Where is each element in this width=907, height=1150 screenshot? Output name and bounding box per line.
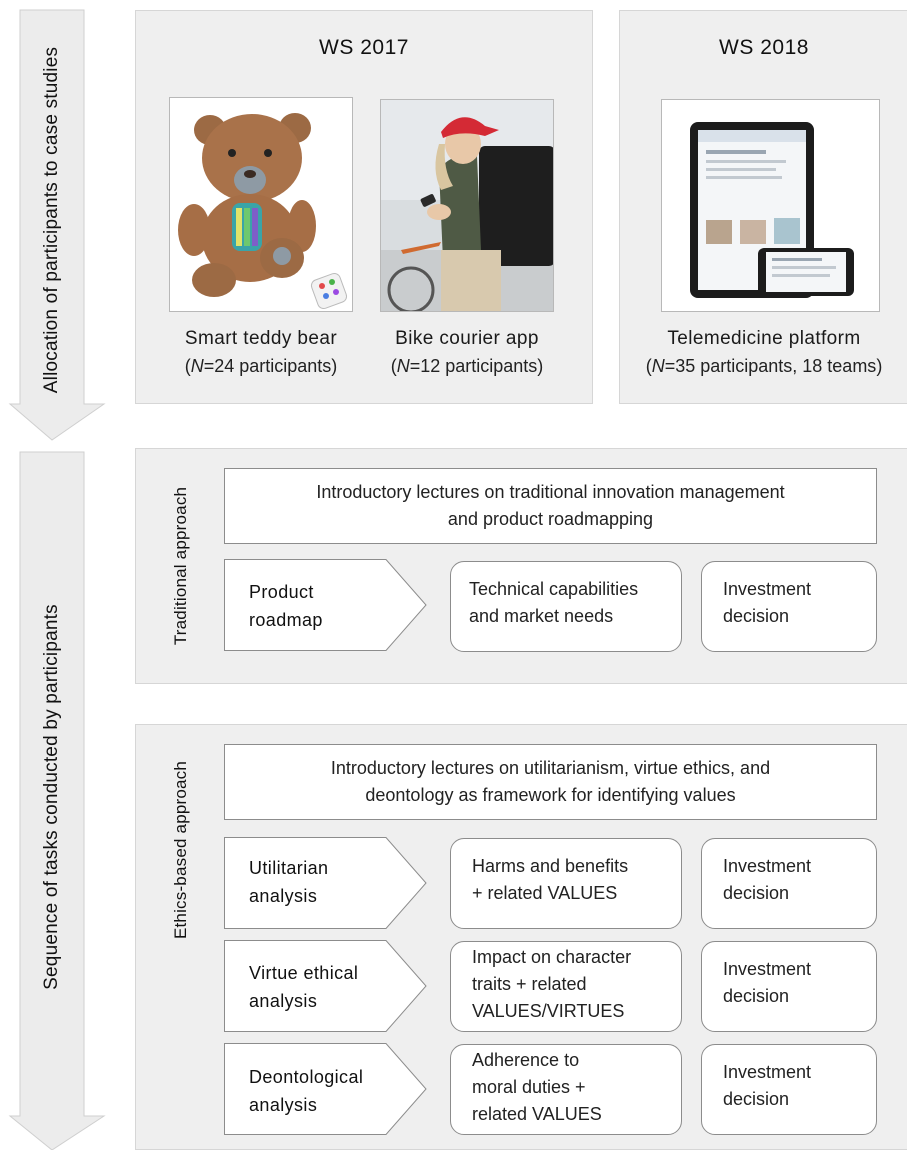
adherence-duties-line-1: Adherence to — [472, 1050, 580, 1070]
deontological-investment-line-1: Investment — [723, 1062, 812, 1082]
traditional-investment-line-1: Investment — [723, 579, 812, 599]
traditional-investment-line-2: decision — [723, 606, 790, 626]
traditional-side-label: Traditional approach — [171, 486, 190, 646]
utilitarian-investment-line-2: decision — [723, 883, 790, 903]
allocation-label: Allocation of participants to case studi… — [41, 46, 62, 394]
deontological-investment-box: Investment decision — [701, 1044, 877, 1135]
telemedicine-image — [661, 99, 880, 312]
traditional-investment-box: Investment decision — [701, 561, 877, 652]
n-italic: N — [651, 356, 665, 376]
ws2017-title: WS 2017 — [319, 36, 409, 59]
deontological-label-line-2: analysis — [249, 1095, 318, 1115]
ethics-lecture-line-2: deontology as framework for identifying … — [365, 785, 736, 805]
harms-benefits-line-1: Harms and benefits — [472, 856, 629, 876]
technical-capabilities-line-1: Technical capabilities — [469, 579, 639, 599]
deontological-label-line-1: Deontological — [249, 1067, 364, 1087]
adherence-duties-line-2: moral duties + — [472, 1077, 586, 1097]
traditional-lecture-line-2: and product roadmapping — [447, 509, 654, 529]
n-italic: N — [190, 356, 204, 376]
adherence-duties-box: Adherence to moral duties + related VALUES — [450, 1044, 682, 1135]
utilitarian-investment-line-1: Investment — [723, 856, 812, 876]
ethics-lecture-box: Introductory lectures on utilitarianism,… — [224, 744, 877, 820]
product-roadmap-label: Product roadmap — [249, 578, 323, 634]
bike-courier-n-value: =12 participants — [409, 356, 538, 376]
virtue-ethical-label-line-1: Virtue ethical — [249, 963, 359, 983]
impact-character-line-2: traits + related — [472, 974, 587, 994]
harms-benefits-line-2: + related VALUES — [472, 883, 618, 903]
teddy-bear-image — [169, 97, 353, 312]
sequence-label: Sequence of tasks conducted by participa… — [41, 604, 62, 990]
ethics-lecture-line-1: Introductory lectures on utilitarianism,… — [330, 758, 771, 778]
teddy-bear-n-value: =24 participants — [203, 356, 332, 376]
teddy-bear-n: (N=24 participants) — [184, 356, 338, 376]
utilitarian-label-line-1: Utilitarian — [249, 858, 329, 878]
virtue-ethical-label: Virtue ethical analysis — [249, 959, 358, 1015]
telemedicine-n: (N=35 participants, 18 teams) — [645, 356, 883, 376]
bike-courier-image — [380, 99, 554, 312]
deontological-label: Deontological analysis — [249, 1063, 363, 1119]
impact-character-box: Impact on character traits + related VALUE… — [450, 941, 682, 1032]
product-roadmap-label-line-2: roadmap — [249, 610, 323, 630]
ethics-side-label: Ethics-based approach — [171, 760, 190, 940]
deontological-investment-line-2: decision — [723, 1089, 790, 1109]
utilitarian-label: Utilitarian analysis — [249, 854, 328, 910]
telemedicine-n-value: =35 participants, 18 teams — [664, 356, 877, 376]
bike-courier-name: Bike courier app — [395, 328, 539, 349]
impact-character-line-1: Impact on character — [472, 947, 632, 967]
virtue-investment-line-2: decision — [723, 986, 790, 1006]
telemedicine-name: Telemedicine platform — [667, 328, 861, 349]
product-roadmap-label-line-1: Product — [249, 582, 314, 602]
bike-courier-n: (N=12 participants) — [390, 356, 544, 376]
n-italic: N — [396, 356, 410, 376]
harms-benefits-box: Harms and benefits + related VALUES — [450, 838, 682, 929]
technical-capabilities-box: Technical capabilities and market needs — [450, 561, 682, 652]
ws2018-title: WS 2018 — [719, 36, 809, 59]
technical-capabilities-line-2: and market needs — [469, 606, 614, 626]
virtue-investment-line-1: Investment — [723, 959, 812, 979]
utilitarian-investment-box: Investment decision — [701, 838, 877, 929]
traditional-lecture-line-1: Introductory lectures on traditional inn… — [316, 482, 785, 502]
traditional-lecture-box: Introductory lectures on traditional inn… — [224, 468, 877, 544]
virtue-ethical-label-line-2: analysis — [249, 991, 318, 1011]
adherence-duties-line-3: related VALUES — [472, 1104, 602, 1124]
teddy-bear-name: Smart teddy bear — [184, 328, 338, 349]
utilitarian-label-line-2: analysis — [249, 886, 318, 906]
virtue-investment-box: Investment decision — [701, 941, 877, 1032]
impact-character-line-3: VALUES/VIRTUES — [472, 1001, 625, 1021]
